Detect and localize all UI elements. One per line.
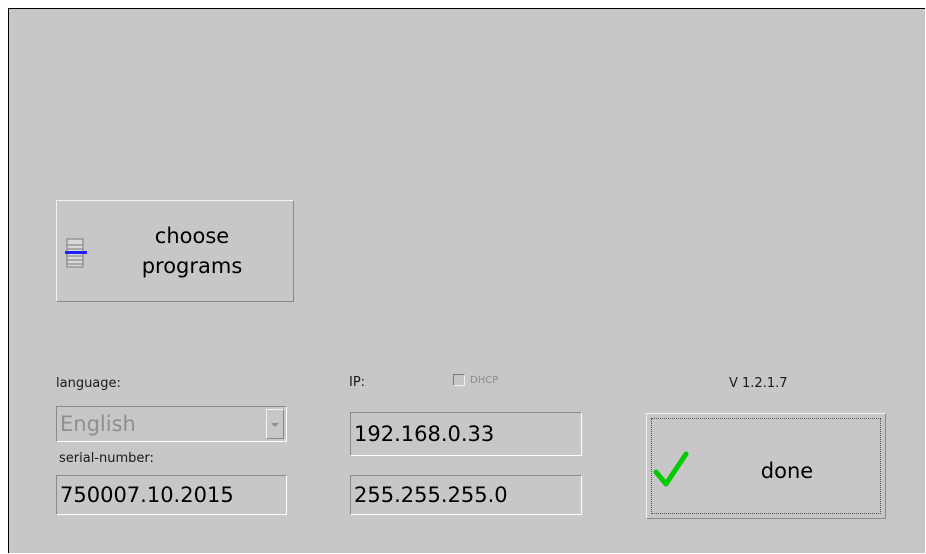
dhcp-checkbox[interactable] [453, 374, 465, 386]
language-select[interactable]: English [56, 406, 287, 442]
settings-panel: choose programs language: English serial… [8, 8, 925, 553]
language-value: English [60, 412, 136, 436]
dhcp-label: DHCP [470, 374, 499, 386]
chevron-down-icon[interactable] [266, 409, 284, 439]
serial-number-label: serial-number: [59, 451, 154, 466]
ip-address-field[interactable]: 192.168.0.33 [350, 412, 582, 456]
choose-programs-label: choose programs [141, 224, 243, 278]
list-icon [65, 238, 87, 268]
version-label: V 1.2.1.7 [729, 376, 788, 391]
ip-label: IP: [349, 375, 366, 390]
serial-number-field[interactable]: 750007.10.2015 [56, 475, 287, 515]
choose-programs-button[interactable]: choose programs [56, 200, 294, 302]
dhcp-checkbox-group[interactable]: DHCP [453, 374, 498, 386]
language-label: language: [56, 376, 121, 391]
check-icon [653, 451, 689, 487]
done-label: done [760, 459, 814, 483]
subnet-mask-field[interactable]: 255.255.255.0 [350, 475, 582, 515]
done-button[interactable]: done [646, 413, 886, 519]
